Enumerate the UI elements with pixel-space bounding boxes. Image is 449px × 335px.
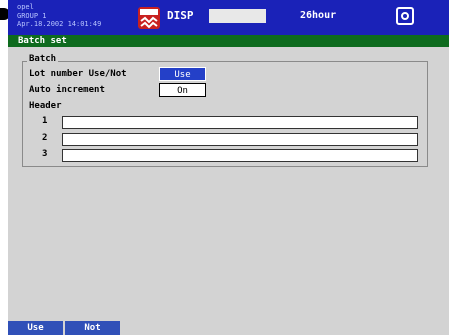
header-line-number: 2	[42, 133, 48, 143]
timebase-label: 26hour	[300, 10, 337, 21]
status-info: opel GROUP 1 Apr.18.2002 14:01:49	[17, 3, 101, 29]
header-line-3-field[interactable]	[62, 149, 418, 162]
not-softkey-button[interactable]: Not	[65, 321, 120, 335]
title-bar: Batch set	[8, 35, 449, 47]
status-bar: opel GROUP 1 Apr.18.2002 14:01:49 DISP 2…	[8, 0, 449, 35]
header-line-number: 3	[42, 149, 48, 159]
display-mode-label: DISP	[167, 9, 194, 22]
page-title: Batch set	[18, 36, 67, 46]
display-indicator-bar	[209, 9, 266, 23]
user-name: opel	[17, 3, 34, 11]
header-label: Header	[29, 101, 62, 111]
lot-number-label: Lot number Use/Not	[29, 69, 127, 79]
header-line-1-field[interactable]	[62, 116, 418, 129]
datetime: Apr.18.2002 14:01:49	[17, 20, 102, 28]
use-softkey-button[interactable]: Use	[8, 321, 63, 335]
camera-icon	[396, 7, 414, 25]
header-line-number: 1	[42, 116, 48, 126]
batch-section-label: Batch	[27, 54, 59, 64]
lot-number-value[interactable]: Use	[159, 67, 206, 81]
auto-increment-value[interactable]: On	[159, 83, 206, 97]
header-line-2-field[interactable]	[62, 133, 418, 146]
brand-logo-icon	[138, 7, 160, 29]
group-name: GROUP 1	[17, 11, 47, 20]
auto-increment-label: Auto increment	[29, 85, 105, 95]
recorder-screen: opel GROUP 1 Apr.18.2002 14:01:49 DISP 2…	[0, 0, 449, 335]
